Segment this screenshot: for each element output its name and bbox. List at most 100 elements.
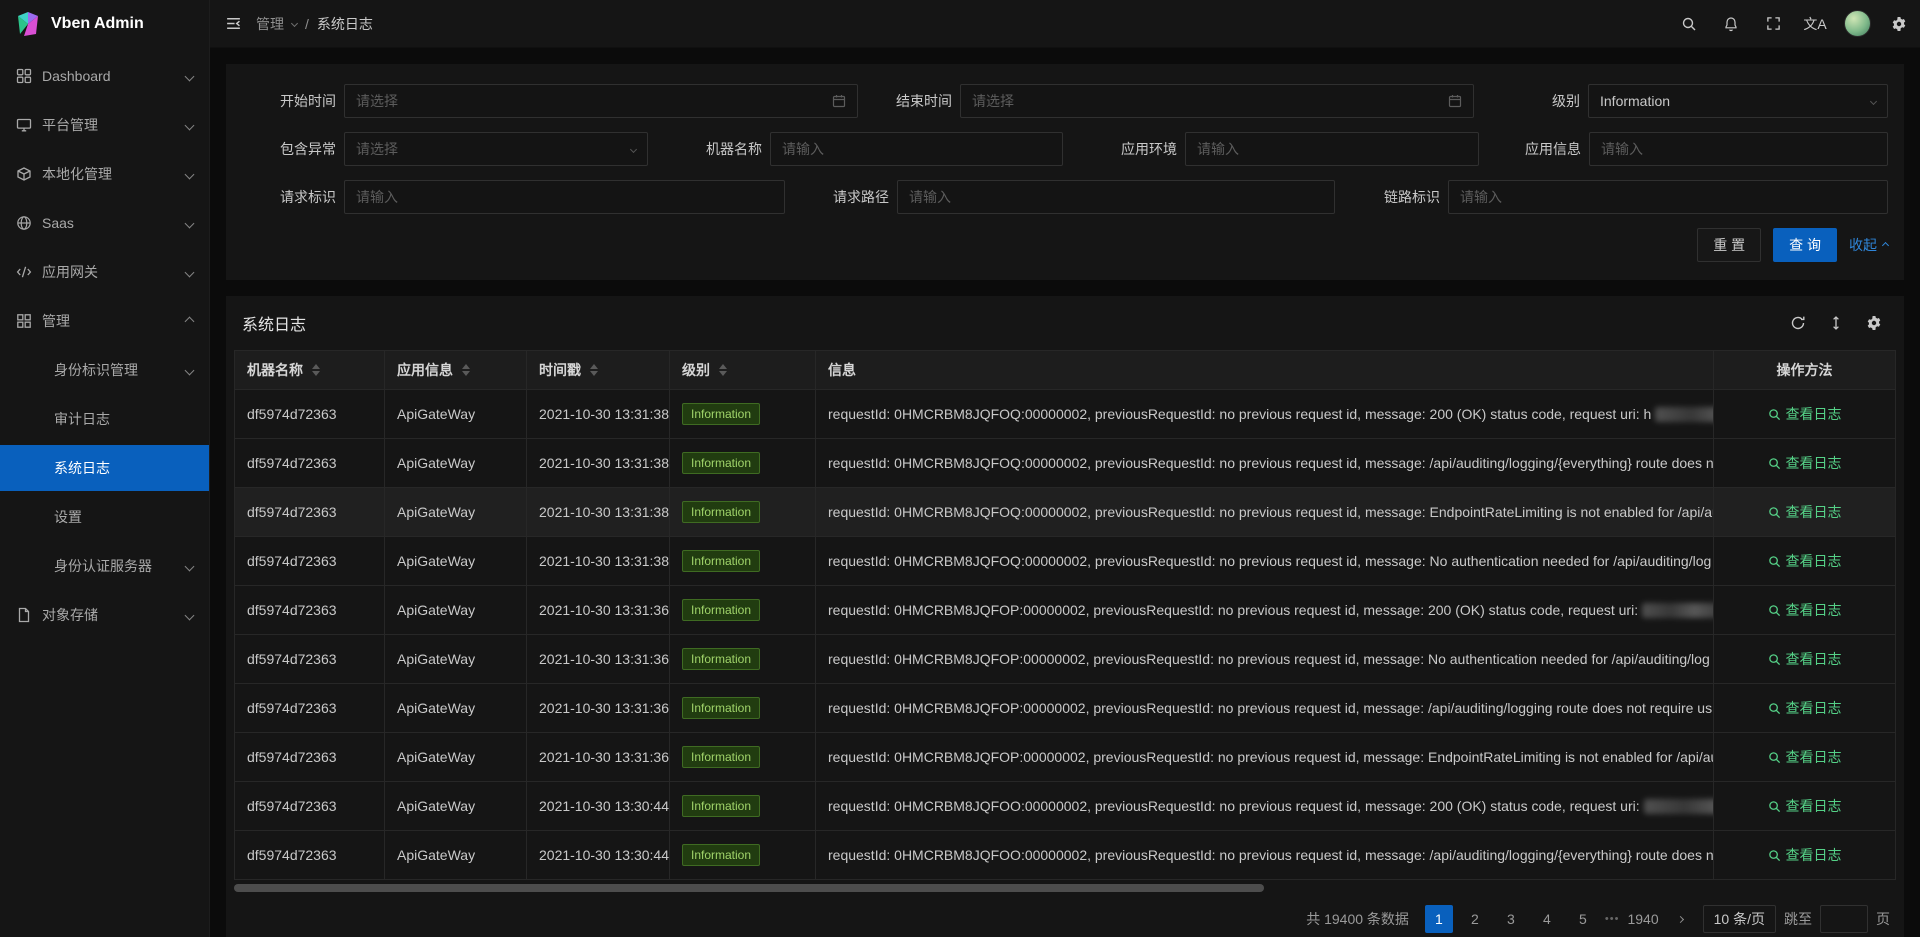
sidebar-item-system-logs[interactable]: 系统日志 (0, 445, 209, 491)
avatar-wrap[interactable] (1836, 0, 1878, 48)
manage-icon (16, 313, 32, 329)
next-page-button[interactable] (1667, 905, 1695, 933)
view-log-link[interactable]: 查看日志 (1768, 453, 1842, 473)
settings-gear-icon[interactable] (1878, 0, 1920, 48)
column-header-machine[interactable]: 机器名称 (235, 351, 385, 390)
row-height-icon[interactable] (1828, 315, 1844, 331)
sidebar-item-localization[interactable]: 本地化管理 (0, 151, 209, 197)
include-exception-field: 包含异常 请选择 (242, 132, 648, 166)
view-log-link[interactable]: 查看日志 (1768, 404, 1842, 424)
view-log-link[interactable]: 查看日志 (1768, 698, 1842, 718)
sidebar-item-saas[interactable]: Saas (0, 200, 209, 246)
view-log-link[interactable]: 查看日志 (1768, 551, 1842, 571)
machine-name-field: 机器名称 (684, 132, 1063, 166)
cell-machine: df5974d72363 (235, 586, 385, 635)
gateway-icon (16, 264, 32, 280)
cell-machine: df5974d72363 (235, 831, 385, 880)
sidebar-item-auth-server[interactable]: 身份认证服务器 (0, 543, 209, 589)
page-button-1[interactable]: 1 (1425, 905, 1453, 933)
sort-icon[interactable] (590, 364, 598, 376)
pagination-ellipsis[interactable]: ••• (1605, 913, 1620, 925)
calendar-icon (832, 94, 846, 108)
cell-level: Information (670, 488, 816, 537)
cell-app: ApiGateWay (385, 488, 527, 537)
app-title: Vben Admin (51, 15, 144, 33)
page-button-2[interactable]: 2 (1461, 905, 1489, 933)
page-size-select[interactable]: 10 条/页 (1703, 905, 1776, 933)
sidebar-item-settings[interactable]: 设置 (0, 494, 209, 540)
sort-icon[interactable] (719, 364, 727, 376)
chevron-down-icon (291, 20, 298, 27)
table-header-row: 机器名称 应用信息 时间戳 级别 信息 操作方法 (235, 351, 1896, 390)
column-header-app[interactable]: 应用信息 (385, 351, 527, 390)
request-path-input[interactable] (897, 180, 1335, 214)
chevron-down-icon (185, 610, 195, 620)
sidebar-item-manage[interactable]: 管理 (0, 298, 209, 344)
machine-name-label: 机器名称 (684, 139, 762, 159)
trace-id-input[interactable] (1448, 180, 1888, 214)
request-id-input[interactable] (344, 180, 785, 214)
sort-icon[interactable] (462, 364, 470, 376)
sidebar-item-gateway[interactable]: 应用网关 (0, 249, 209, 295)
start-time-picker[interactable]: 请选择 (344, 84, 858, 118)
include-exception-select[interactable]: 请选择 (344, 132, 648, 166)
reset-button[interactable]: 重 置 (1697, 228, 1761, 262)
translate-icon[interactable]: 文A (1794, 0, 1836, 48)
sidebar-item-audit-logs[interactable]: 审计日志 (0, 396, 209, 442)
logo[interactable]: Vben Admin (0, 0, 209, 48)
cell-message: requestId: 0HMCRBM8JQFOO:00000002, previ… (816, 782, 1714, 831)
query-button[interactable]: 查 询 (1773, 228, 1837, 262)
table-row: df5974d72363 ApiGateWay 2021-10-30 13:31… (235, 586, 1896, 635)
app-env-label: 应用环境 (1099, 139, 1177, 159)
cell-timestamp: 2021-10-30 13:31:36 (527, 635, 670, 684)
page-button-5[interactable]: 5 (1569, 905, 1597, 933)
app-env-input[interactable] (1185, 132, 1479, 166)
end-time-picker[interactable]: 请选择 (960, 84, 1474, 118)
view-log-link[interactable]: 查看日志 (1768, 502, 1842, 522)
cell-level: Information (670, 439, 816, 488)
notification-bell-icon[interactable] (1710, 0, 1752, 48)
sidebar-item-platform[interactable]: 平台管理 (0, 102, 209, 148)
breadcrumb-parent[interactable]: 管理 (256, 14, 284, 34)
scrollbar-thumb[interactable] (234, 884, 1264, 892)
level-select[interactable]: Information (1588, 84, 1888, 118)
sidebar-item-label: 审计日志 (54, 409, 193, 429)
search-icon[interactable] (1668, 0, 1710, 48)
level-field: 级别 Information (1510, 84, 1888, 118)
machine-name-input[interactable] (770, 132, 1063, 166)
cell-level: Information (670, 782, 816, 831)
menu-fold-icon[interactable] (210, 0, 256, 48)
refresh-icon[interactable] (1790, 315, 1806, 331)
jump-page-input[interactable] (1820, 905, 1868, 933)
sort-icon[interactable] (312, 364, 320, 376)
view-log-link[interactable]: 查看日志 (1768, 845, 1842, 865)
sidebar-item-identity-mgmt[interactable]: 身份标识管理 (0, 347, 209, 393)
collapse-toggle[interactable]: 收起 (1849, 235, 1888, 255)
table-row: df5974d72363 ApiGateWay 2021-10-30 13:30… (235, 782, 1896, 831)
cell-message: requestId: 0HMCRBM8JQFOP:00000002, previ… (816, 586, 1714, 635)
column-header-timestamp[interactable]: 时间戳 (527, 351, 670, 390)
view-log-link[interactable]: 查看日志 (1768, 747, 1842, 767)
cell-machine: df5974d72363 (235, 635, 385, 684)
page-button-4[interactable]: 4 (1533, 905, 1561, 933)
view-log-link[interactable]: 查看日志 (1768, 600, 1842, 620)
end-time-placeholder: 请选择 (972, 91, 1014, 111)
sidebar-item-object-storage[interactable]: 对象存储 (0, 592, 209, 638)
fullscreen-icon[interactable] (1752, 0, 1794, 48)
quick-jumper: 跳至 页 (1784, 905, 1890, 933)
collapse-label: 收起 (1849, 235, 1877, 255)
cell-level: Information (670, 390, 816, 439)
view-log-link[interactable]: 查看日志 (1768, 796, 1842, 816)
cell-machine: df5974d72363 (235, 782, 385, 831)
app-info-input[interactable] (1589, 132, 1888, 166)
page-button-last[interactable]: 1940 (1627, 905, 1658, 933)
table-row: df5974d72363 ApiGateWay 2021-10-30 13:30… (235, 831, 1896, 880)
cell-app: ApiGateWay (385, 537, 527, 586)
column-settings-gear-icon[interactable] (1866, 315, 1882, 331)
level-badge: Information (682, 844, 760, 866)
view-log-link[interactable]: 查看日志 (1768, 649, 1842, 669)
column-header-level[interactable]: 级别 (670, 351, 816, 390)
page-button-3[interactable]: 3 (1497, 905, 1525, 933)
sidebar-item-dashboard[interactable]: Dashboard (0, 53, 209, 99)
cell-action: 查看日志 (1714, 537, 1896, 586)
